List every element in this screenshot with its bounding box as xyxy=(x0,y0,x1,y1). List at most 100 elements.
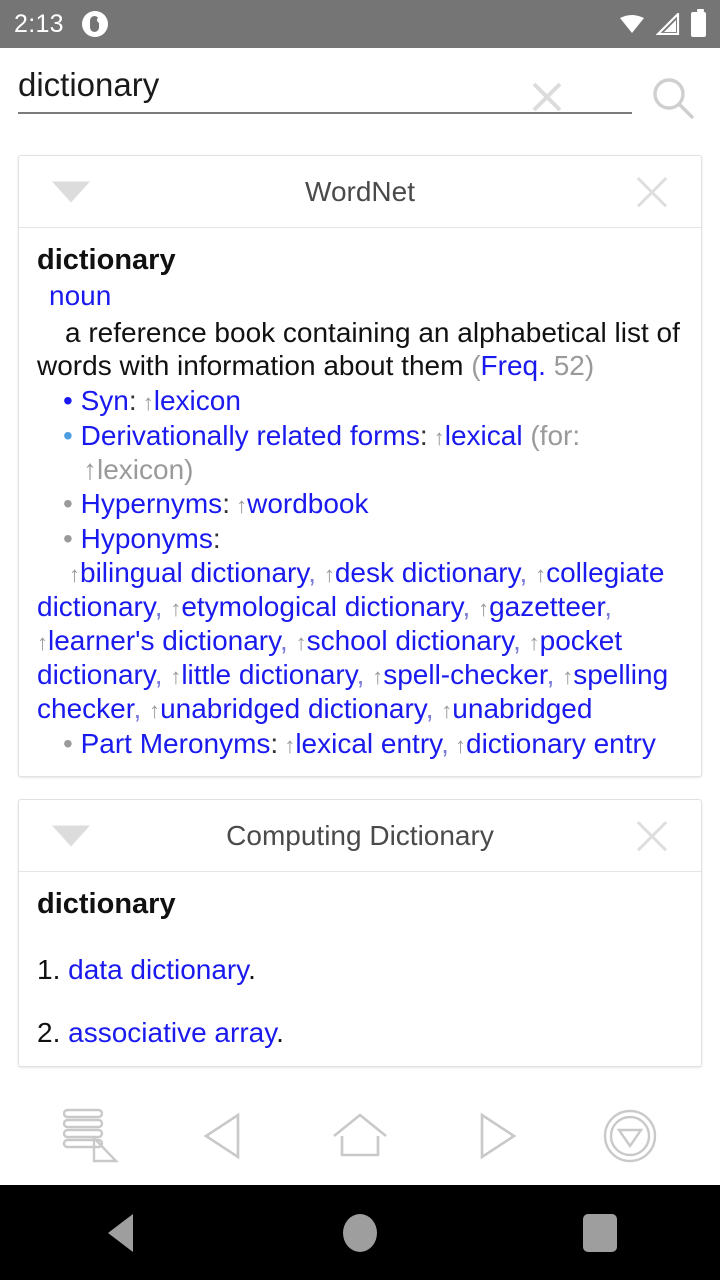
relation-label[interactable]: Derivationally related forms xyxy=(81,420,420,451)
up-arrow-icon: ↑ xyxy=(372,663,384,689)
up-arrow-icon: ↑ xyxy=(562,663,574,689)
relation-term-link[interactable]: unabridged dictionary xyxy=(160,693,426,724)
relation-colon: : xyxy=(419,419,428,451)
app-root: 2:13 dictionary WordNet dictionary noun … xyxy=(0,0,720,1280)
search-bar xyxy=(0,48,720,133)
entry-period: . xyxy=(276,1017,284,1049)
wifi-icon xyxy=(619,14,645,34)
bullet-icon: • xyxy=(63,419,81,451)
relation-label[interactable]: Part Meronyms xyxy=(81,728,271,759)
separator: , xyxy=(425,692,442,724)
relation-term-link[interactable]: spell-checker xyxy=(383,659,546,690)
scroll-down-circle-icon[interactable] xyxy=(582,1098,678,1174)
relation-term-link[interactable]: little dictionary xyxy=(181,659,356,690)
up-arrow-icon: ↑ xyxy=(528,629,540,655)
relation-term-link[interactable]: dictionary entry xyxy=(466,728,656,759)
library-stack-icon[interactable] xyxy=(42,1098,138,1174)
battery-full-icon xyxy=(691,8,706,37)
card-header: WordNet xyxy=(19,156,701,228)
relation-colon: : xyxy=(212,523,221,555)
separator: , xyxy=(604,591,613,623)
card-title: Computing Dictionary xyxy=(226,819,494,851)
relation-label[interactable]: Hypernyms xyxy=(81,488,223,519)
search-field xyxy=(18,66,632,114)
headword: dictionary xyxy=(37,244,176,276)
caret-down-icon[interactable] xyxy=(52,825,90,847)
bullet-icon: • xyxy=(63,384,81,416)
up-arrow-icon: ↑ xyxy=(170,596,182,622)
status-icons xyxy=(619,8,706,37)
dictionary-card-computing: Computing Dictionary dictionary 1. data … xyxy=(18,799,702,1067)
status-bar: 2:13 xyxy=(0,0,720,48)
up-arrow-icon: ↑ xyxy=(149,697,161,723)
back-arrow-icon[interactable] xyxy=(177,1098,273,1174)
numbered-entries: 1. data dictionary. 2. associative array. xyxy=(37,953,683,1050)
relation-term-link[interactable]: lexical entry xyxy=(295,728,441,759)
relation-term-link[interactable]: etymological dictionary xyxy=(181,591,462,622)
up-arrow-icon: ↑ xyxy=(535,562,547,588)
relation-term-link[interactable]: unabridged xyxy=(452,693,592,724)
relation-term-link[interactable]: lexical xyxy=(445,420,523,451)
relation-term-link[interactable]: gazetteer xyxy=(489,591,604,622)
entry-term-link[interactable]: data dictionary xyxy=(68,954,248,985)
close-icon[interactable] xyxy=(631,171,673,213)
relation-row: • Hypernyms: ↑wordbook xyxy=(37,487,683,521)
relation-row: • Syn: ↑lexicon xyxy=(37,384,683,418)
dictionary-card-wordnet: WordNet dictionary noun a reference book… xyxy=(18,155,702,778)
relation-term-link[interactable]: wordbook xyxy=(247,488,368,519)
home-icon[interactable] xyxy=(312,1098,408,1174)
entry-number: 1. xyxy=(37,953,69,985)
android-recents-icon[interactable] xyxy=(540,1198,660,1268)
up-arrow-icon: ↑ xyxy=(295,629,307,655)
relation-row: • Derivationally related forms: ↑lexical… xyxy=(37,419,683,487)
status-time: 2:13 xyxy=(14,9,64,38)
close-icon[interactable] xyxy=(631,815,673,857)
definition: a reference book containing an alphabeti… xyxy=(37,316,680,382)
up-arrow-icon: ↑ xyxy=(478,596,490,622)
close-icon[interactable] xyxy=(524,74,570,120)
headword: dictionary xyxy=(37,888,176,921)
relation-term-link[interactable]: school dictionary xyxy=(307,625,513,656)
up-arrow-icon: ↑ xyxy=(170,663,182,689)
separator: , xyxy=(356,658,373,690)
search-icon[interactable] xyxy=(644,70,702,128)
separator: , xyxy=(546,658,563,690)
relation-term-link[interactable]: lexicon xyxy=(154,385,241,416)
bottom-toolbar xyxy=(0,1085,720,1185)
notification-app-icon xyxy=(81,11,108,37)
relation-row: • Hyponyms: xyxy=(37,522,683,556)
bullet-icon: • xyxy=(63,727,81,759)
relations-list: • Syn: ↑lexicon • Derivationally related … xyxy=(37,384,683,761)
up-arrow-icon: ↑ xyxy=(37,629,48,655)
relation-label[interactable]: Syn xyxy=(81,385,129,416)
relation-colon: : xyxy=(222,488,230,520)
relation-label[interactable]: Hyponyms xyxy=(81,523,213,554)
entry-term-link[interactable]: associative array xyxy=(68,1017,276,1048)
caret-down-icon[interactable] xyxy=(52,181,90,202)
forward-arrow-icon[interactable] xyxy=(447,1098,543,1174)
separator: , xyxy=(513,624,529,656)
relation-term-link[interactable]: learner's dictionary xyxy=(48,625,280,656)
up-arrow-icon: ↑ xyxy=(278,732,296,758)
results-scroll-area[interactable]: WordNet dictionary noun a reference book… xyxy=(0,133,720,1085)
relation-term-link[interactable]: desk dictionary xyxy=(335,557,520,588)
bullet-icon: • xyxy=(63,488,81,520)
entry-number: 2. xyxy=(37,1017,69,1049)
card-title: WordNet xyxy=(305,175,415,207)
relation-term-list: ↑ bilingual dictionary, ↑ desk dictionary,… xyxy=(37,556,683,725)
separator: , xyxy=(308,557,324,589)
up-arrow-icon: ↑ xyxy=(229,493,248,519)
numbered-entry: 1. data dictionary. xyxy=(37,953,683,987)
android-navigation-bar xyxy=(0,1185,720,1280)
android-back-icon[interactable] xyxy=(60,1198,180,1268)
separator: , xyxy=(154,591,171,623)
bullet-icon: • xyxy=(63,523,81,555)
part-of-speech[interactable]: noun xyxy=(37,278,683,314)
card-header: Computing Dictionary xyxy=(19,800,701,873)
relation-term-link[interactable]: bilingual dictionary xyxy=(80,557,308,588)
entry-period: . xyxy=(248,953,256,985)
cell-signal-icon xyxy=(656,13,680,35)
separator: , xyxy=(441,727,449,759)
freq-label[interactable]: Freq. xyxy=(481,350,546,381)
android-home-icon[interactable] xyxy=(300,1198,420,1268)
